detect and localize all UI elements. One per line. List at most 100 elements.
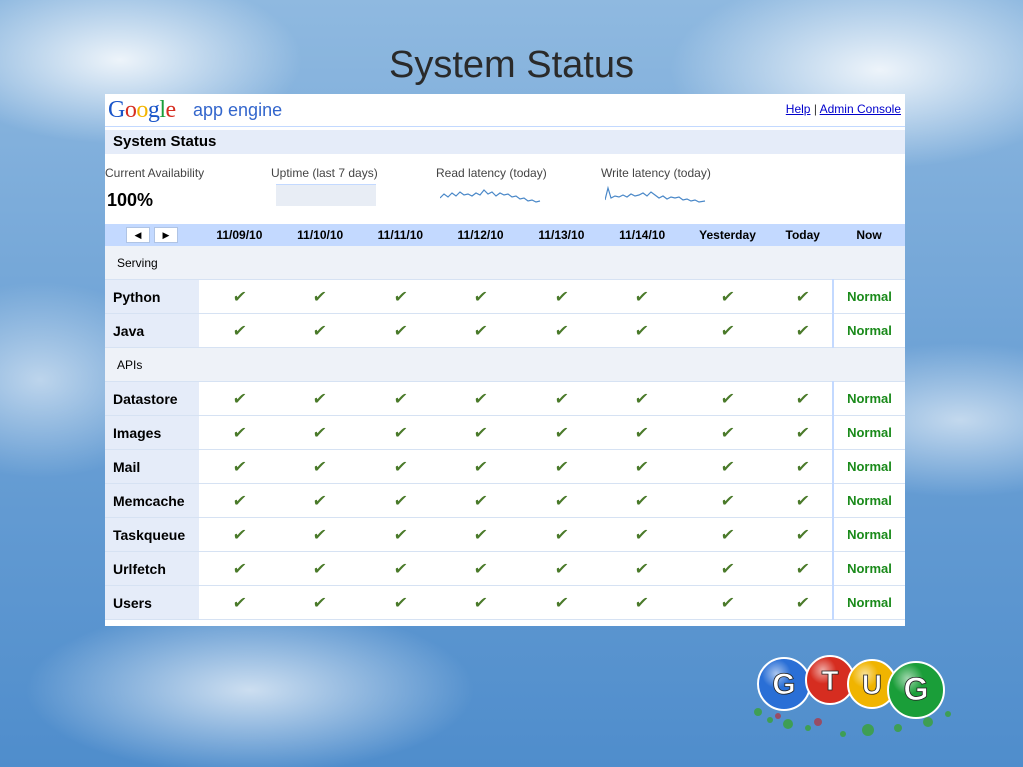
status-cell: ✔ [601,517,683,552]
status-cell: ✔ [360,381,441,416]
table-header-row: ◀ ▶ 11/09/10 11/10/10 11/11/10 11/12/10 … [105,224,905,246]
service-row: Users ✔ ✔ ✔ ✔ ✔ ✔ ✔ ✔ Normal [105,585,905,620]
checkmark-icon: ✔ [719,526,736,544]
status-cell: ✔ [440,279,521,314]
checkmark-icon: ✔ [553,390,570,408]
status-cell: ✔ [199,551,280,586]
status-cell: ✔ [199,449,280,484]
checkmark-icon: ✔ [794,526,811,544]
column-header: 11/09/10 [199,224,280,246]
service-name: Urlfetch [105,551,199,586]
status-cell: ✔ [520,517,602,552]
status-cell: ✔ [601,449,683,484]
checkmark-icon: ✔ [392,492,409,510]
status-cell: ✔ [440,313,521,348]
top-links: Help | Admin Console [786,102,901,116]
status-cell: ✔ [440,415,521,450]
checkmark-icon: ✔ [231,560,248,578]
admin-console-link[interactable]: Admin Console [820,102,901,116]
checkmark-icon: ✔ [553,594,570,612]
column-header: Yesterday [682,224,773,246]
column-header: 11/12/10 [440,224,521,246]
availability-value: 100% [107,190,154,210]
checkmark-icon: ✔ [634,424,650,442]
service-name: Users [105,585,199,620]
checkmark-icon: ✔ [634,288,650,306]
status-cell: ✔ [440,517,521,552]
gtug-logo: GTUG [754,655,951,737]
google-logo: Google [108,97,176,123]
write-latency-label: Write latency (today) [601,166,711,180]
checkmark-icon: ✔ [794,594,811,612]
checkmark-icon: ✔ [719,560,736,578]
section-title: System Status [105,130,905,154]
status-panel: Google app engine Help | Admin Console S… [105,94,905,626]
status-cell: ✔ [601,483,683,518]
status-cell: ✔ [601,551,683,586]
group-label: APIs [105,347,905,382]
status-cell: ✔ [440,449,521,484]
status-cell: ✔ [682,551,773,586]
uptime-label: Uptime (last 7 days) [271,166,378,180]
service-row: Taskqueue ✔ ✔ ✔ ✔ ✔ ✔ ✔ ✔ Normal [105,517,905,552]
gtug-letter-ball: T [805,655,855,705]
gtug-letter: T [822,665,839,696]
checkmark-icon: ✔ [472,322,489,340]
checkmark-icon: ✔ [634,458,650,476]
checkmark-icon: ✔ [794,322,811,340]
write-latency-sparkline [605,185,706,203]
checkmark-icon: ✔ [472,492,489,510]
help-link[interactable]: Help [786,102,811,116]
column-header: Today [772,224,833,246]
status-cell: ✔ [682,483,773,518]
checkmark-icon: ✔ [719,424,736,442]
service-row: Datastore ✔ ✔ ✔ ✔ ✔ ✔ ✔ ✔ Normal [105,381,905,416]
gtug-letter: U [862,669,882,700]
status-cell: ✔ [772,585,833,620]
status-cell: ✔ [520,483,602,518]
column-header: 11/13/10 [520,224,602,246]
checkmark-icon: ✔ [634,492,650,510]
status-cell: ✔ [199,483,280,518]
service-name: Images [105,415,199,450]
column-header: 11/10/10 [279,224,361,246]
checkmark-icon: ✔ [312,492,328,510]
status-cell: ✔ [601,585,683,620]
checkmark-icon: ✔ [553,288,570,306]
status-cell: ✔ [279,381,361,416]
service-name: Java [105,313,199,348]
checkmark-icon: ✔ [472,424,489,442]
status-cell: ✔ [279,313,361,348]
status-cell: ✔ [682,381,773,416]
status-cell: ✔ [360,483,441,518]
nav-cell: ◀ ▶ [105,224,199,246]
service-row: Python ✔ ✔ ✔ ✔ ✔ ✔ ✔ ✔ Normal [105,279,905,314]
service-name: Datastore [105,381,199,416]
status-cell: ✔ [682,313,773,348]
checkmark-icon: ✔ [634,322,650,340]
next-button[interactable]: ▶ [154,227,178,243]
checkmark-icon: ✔ [392,424,409,442]
checkmark-icon: ✔ [392,526,409,544]
group-label: Serving [105,246,905,280]
gtug-letter: G [903,671,928,707]
checkmark-icon: ✔ [553,492,570,510]
now-status: Normal [832,313,905,348]
group-row: Serving [105,246,905,280]
checkmark-icon: ✔ [794,390,811,408]
checkmark-icon: ✔ [231,390,248,408]
read-latency-sparkline [440,189,541,203]
service-name: Mail [105,449,199,484]
now-status: Normal [832,279,905,314]
prev-button[interactable]: ◀ [126,227,150,243]
status-cell: ✔ [440,381,521,416]
checkmark-icon: ✔ [719,322,736,340]
checkmark-icon: ✔ [312,458,328,476]
status-cell: ✔ [440,483,521,518]
status-cell: ✔ [520,279,602,314]
checkmark-icon: ✔ [472,526,489,544]
checkmark-icon: ✔ [634,594,650,612]
checkmark-icon: ✔ [392,288,409,306]
checkmark-icon: ✔ [472,594,489,612]
checkmark-icon: ✔ [553,458,570,476]
